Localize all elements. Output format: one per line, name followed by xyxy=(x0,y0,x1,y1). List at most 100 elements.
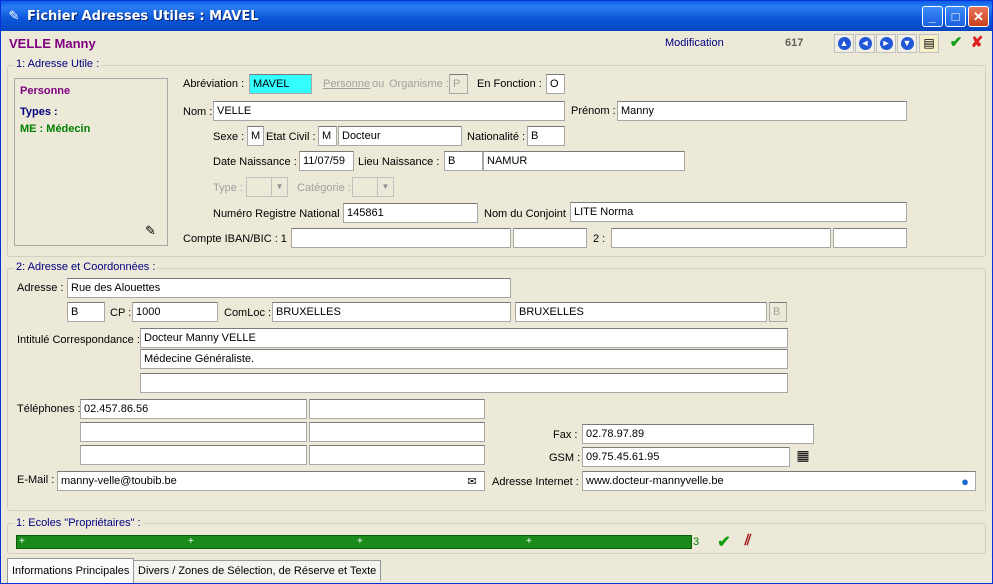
ecoles-bar[interactable]: + + + + xyxy=(16,535,692,549)
minimize-button[interactable]: _ xyxy=(922,6,943,27)
sexe-field[interactable]: M xyxy=(247,126,264,146)
section2-legend: 2: Adresse et Coordonnées : xyxy=(14,261,158,273)
last-arrow-icon: ▼ xyxy=(900,37,914,50)
next-record-button[interactable]: ► xyxy=(876,34,896,53)
ecoles-count: 3 xyxy=(693,536,700,548)
type-label: Type : xyxy=(213,182,243,194)
internet-field[interactable]: www.docteur-mannyvelle.be xyxy=(582,471,976,491)
adresse-field[interactable]: Rue des Alouettes xyxy=(67,278,511,298)
lieu-naissance-code-field[interactable]: B xyxy=(444,151,483,171)
ecole-slot[interactable]: + xyxy=(526,537,532,547)
bic1-field[interactable] xyxy=(513,228,587,248)
chevron-down-icon: ▼ xyxy=(271,178,287,196)
gsm-label: GSM : xyxy=(549,452,581,464)
categorie-select[interactable]: ▼ xyxy=(352,177,394,197)
tab-informations-principales[interactable]: Informations Principales xyxy=(7,558,135,583)
telephones-label: Téléphones : xyxy=(17,403,81,415)
clear-icon[interactable]: ⫽ xyxy=(739,532,757,549)
abbrev-field[interactable]: MAVEL xyxy=(249,74,312,94)
validate-button[interactable]: ✔ xyxy=(946,34,966,53)
tel5-field[interactable] xyxy=(80,445,307,465)
lieu-naissance-field[interactable]: NAMUR xyxy=(483,151,685,171)
notes-button[interactable]: ▤ xyxy=(919,34,939,53)
cp-field[interactable]: 1000 xyxy=(132,302,218,322)
prenom-field[interactable]: Manny xyxy=(617,101,907,121)
nrn-field[interactable]: 145861 xyxy=(343,203,478,223)
nationalite-field[interactable]: B xyxy=(527,126,565,146)
edit-icon[interactable]: ✎ xyxy=(145,223,156,239)
intitule-line2-field[interactable]: Médecine Généraliste. xyxy=(140,349,788,369)
ecole-slot[interactable]: + xyxy=(188,537,194,547)
first-record-button[interactable]: ▲ xyxy=(834,34,854,53)
tel6-field[interactable] xyxy=(309,445,485,465)
categorie-label: Catégorie : xyxy=(297,182,351,194)
tel3-field[interactable] xyxy=(80,422,307,442)
tel2-field[interactable] xyxy=(309,399,485,419)
adresse-label: Adresse : xyxy=(17,282,64,294)
main-window: ✎ Fichier Adresses Utiles : MAVEL _ □ ✕ … xyxy=(0,0,993,584)
close-window-button[interactable]: ✕ xyxy=(968,6,989,27)
types-label: Types : xyxy=(20,106,58,118)
iban1-field[interactable] xyxy=(291,228,511,248)
globe-icon[interactable]: ● xyxy=(957,474,973,490)
nom-field[interactable]: VELLE xyxy=(213,101,565,121)
app-icon: ✎ xyxy=(8,8,20,23)
personne-organisme-field[interactable]: P xyxy=(449,74,468,94)
conjoint-field[interactable]: LITE Norma xyxy=(570,202,907,222)
email-label: E-Mail : xyxy=(17,474,55,486)
lieu-naissance-label: Lieu Naissance : xyxy=(358,156,440,168)
ecole-slot[interactable]: + xyxy=(19,537,25,547)
en-fonction-field[interactable]: O xyxy=(546,74,565,94)
checkmark-icon: ✔ xyxy=(949,34,963,51)
mail-icon[interactable]: ✉ xyxy=(464,475,480,488)
nationalite-label: Nationalité : xyxy=(467,131,526,143)
comloc-code-field[interactable]: B xyxy=(769,302,787,322)
gsm-field[interactable]: 09.75.45.61.95 xyxy=(582,447,790,467)
record-name: VELLE Manny xyxy=(9,36,96,51)
comloc2-field[interactable]: BRUXELLES xyxy=(515,302,767,322)
checkmark-icon[interactable]: ✔ xyxy=(715,532,733,552)
iban2-field[interactable] xyxy=(611,228,831,248)
tab-bar: Informations Principales Divers / Zones … xyxy=(1,558,992,584)
tel4-field[interactable] xyxy=(309,422,485,442)
notes-icon: ▤ xyxy=(923,36,935,50)
en-fonction-label: En Fonction : xyxy=(477,78,542,90)
record-count: 617 xyxy=(785,37,804,49)
ou-label: ou xyxy=(372,78,385,90)
summary-panel: Personne Types : ME : Médecin ✎ xyxy=(14,78,168,246)
intitule-label: Intitulé Correspondance : xyxy=(17,334,140,346)
abbrev-label: Abréviation : xyxy=(183,78,245,90)
etat-civil-label: Etat Civil : xyxy=(266,131,316,143)
section1-legend: 1: Adresse Utile : xyxy=(14,58,102,70)
pays-field[interactable]: B xyxy=(67,302,105,322)
last-record-button[interactable]: ▼ xyxy=(897,34,917,53)
etat-civil-field[interactable]: Docteur xyxy=(338,126,462,146)
tel1-field[interactable]: 02.457.86.56 xyxy=(80,399,307,419)
calculator-icon[interactable]: ▦ xyxy=(795,447,811,465)
window-title: Fichier Adresses Utiles : MAVEL xyxy=(27,9,259,24)
intitule-line3-field[interactable] xyxy=(140,373,788,393)
maximize-button[interactable]: □ xyxy=(945,6,966,27)
date-naissance-label: Date Naissance : xyxy=(213,156,297,168)
title-bar[interactable]: ✎ Fichier Adresses Utiles : MAVEL _ □ ✕ xyxy=(1,1,992,31)
comloc-field[interactable]: BRUXELLES xyxy=(272,302,511,322)
tab-divers[interactable]: Divers / Zones de Sélection, de Réserve … xyxy=(133,560,382,581)
email-field[interactable]: manny-velle@toubib.be xyxy=(57,471,485,491)
nom-label: Nom : xyxy=(183,106,213,118)
comloc-label: ComLoc : xyxy=(224,307,272,319)
etat-civil-code-field[interactable]: M xyxy=(318,126,337,146)
intitule-line1-field[interactable]: Docteur Manny VELLE xyxy=(140,328,788,348)
cancel-button[interactable]: ✘ xyxy=(967,34,987,53)
date-naissance-field[interactable]: 11/07/59 xyxy=(299,151,354,171)
sexe-label: Sexe : xyxy=(213,131,245,143)
kind-label: Personne xyxy=(20,85,71,97)
chevron-down-icon: ▼ xyxy=(377,178,393,196)
personne-link[interactable]: Personne xyxy=(323,78,370,90)
ecole-slot[interactable]: + xyxy=(357,537,363,547)
type-select[interactable]: ▼ xyxy=(246,177,288,197)
right-arrow-icon: ► xyxy=(879,37,893,50)
iban-label: Compte IBAN/BIC : 1 : xyxy=(183,233,294,245)
bic2-field[interactable] xyxy=(833,228,907,248)
fax-field[interactable]: 02.78.97.89 xyxy=(582,424,814,444)
previous-record-button[interactable]: ◄ xyxy=(855,34,875,53)
